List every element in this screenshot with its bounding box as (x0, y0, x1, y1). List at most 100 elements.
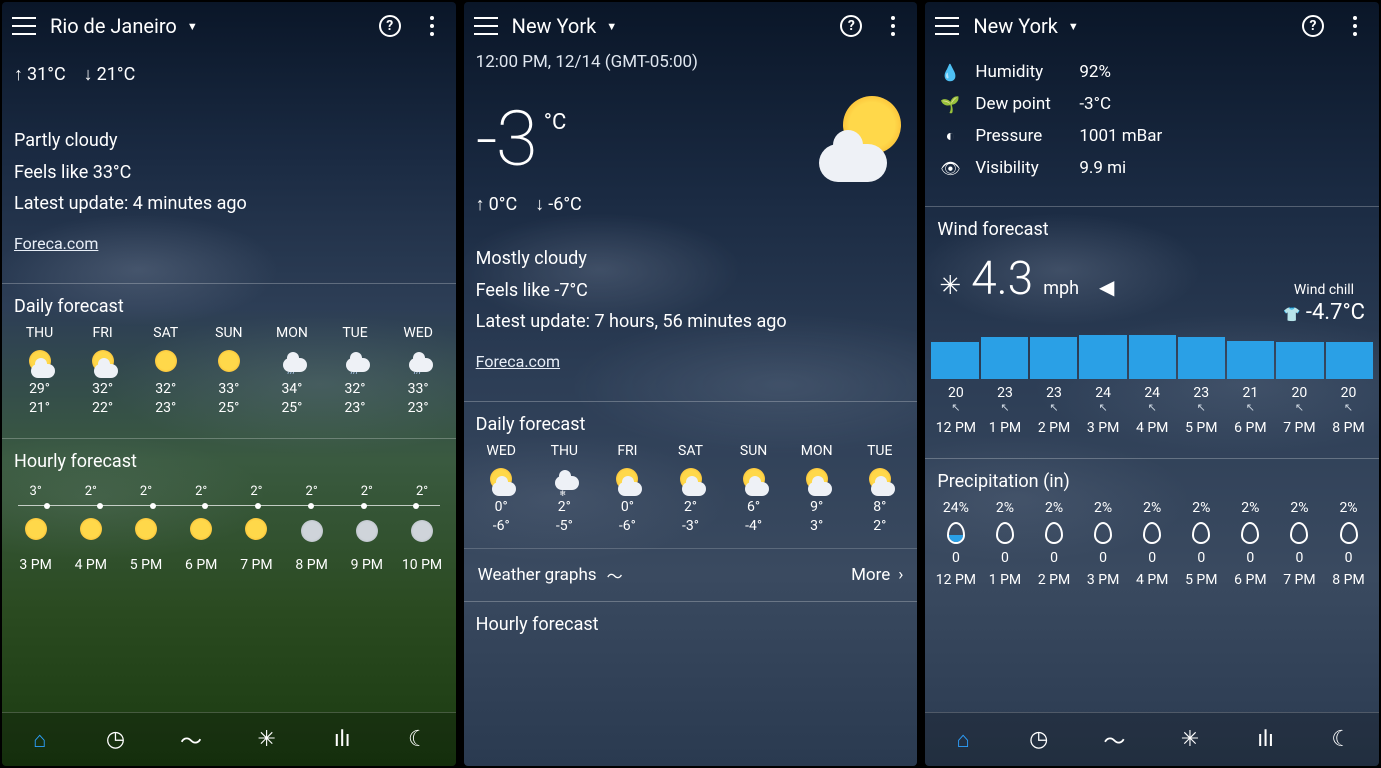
overflow-button[interactable] (879, 12, 907, 40)
precip-pct: 2% (1275, 500, 1324, 516)
precip-time: 2 PM (1030, 572, 1079, 588)
more-button[interactable]: More › (851, 565, 903, 585)
help-button[interactable]: ? (1299, 12, 1327, 40)
precip-time: 4 PM (1128, 572, 1177, 588)
hourly-temp: 2° (174, 484, 229, 499)
weather-icon (186, 516, 216, 546)
hour-label: 9 PM (351, 557, 383, 573)
weather-graphs-row[interactable]: Weather graphs 〜 More › (464, 548, 918, 601)
nav-graphs[interactable]: 〜 (1077, 724, 1153, 756)
day-col[interactable]: TUE՚՚՚32°23° (323, 325, 386, 416)
day-col[interactable]: WED0°-6° (470, 443, 533, 534)
day-col[interactable]: WED՚՚՚33°23° (387, 325, 450, 416)
menu-icon[interactable] (935, 17, 959, 35)
day-col[interactable]: THU29°21° (8, 325, 71, 416)
weather-icon (815, 94, 905, 184)
hourly-forecast[interactable]: 3°2°2°2°2°2°2°2° 3 PM4 PM5 PM6 PM7 PM8 P… (2, 480, 456, 577)
day-label: MON (276, 325, 308, 341)
hour-col[interactable]: 4 PM (63, 516, 118, 577)
precip-drop (1128, 522, 1177, 544)
hour-col[interactable]: 3 PM (8, 516, 63, 577)
day-col[interactable]: SAT32°23° (134, 325, 197, 416)
nav-hourly[interactable]: ◷ (78, 727, 154, 752)
wind-value: 20 (931, 385, 980, 401)
hour-label: 6 PM (185, 557, 217, 573)
city-selector[interactable]: New York ▼ (973, 14, 1078, 38)
hour-label: 4 PM (75, 557, 107, 573)
hour-col[interactable]: 10 PM (394, 516, 449, 577)
hour-col[interactable]: 8 PM (284, 516, 339, 577)
help-button[interactable]: ? (376, 12, 404, 40)
wind-dir-icon: ↖ (1177, 401, 1226, 414)
wind-dir-icon: ↖ (1324, 401, 1373, 414)
day-col[interactable]: THU❄2°-5° (533, 443, 596, 534)
wind-chill-value: -4.7°C (1306, 300, 1365, 325)
wind-bar (1276, 342, 1323, 379)
wind-value: 21 (1226, 385, 1275, 401)
nav-wind[interactable]: ✳ (229, 727, 305, 752)
wind-bar (1326, 342, 1373, 379)
precip-drop (1226, 522, 1275, 544)
nav-moon[interactable]: ☾ (1303, 727, 1379, 752)
day-col[interactable]: MON՚՚՚34°25° (260, 325, 323, 416)
weather-icon (21, 516, 51, 546)
source-link[interactable]: Foreca.com (476, 352, 560, 371)
nav-moon[interactable]: ☾ (380, 727, 456, 752)
hour-col[interactable]: 9 PM (339, 516, 394, 577)
weather-icon: ՚՚՚ (403, 348, 433, 378)
nav-hourly[interactable]: ◷ (1001, 727, 1077, 752)
precip-time: 3 PM (1079, 572, 1128, 588)
daily-forecast-row[interactable]: WED0°-6°THU❄2°-5°FRI0°-6°SAT2°-3°SUN6°-4… (464, 443, 918, 534)
clock-icon: ◷ (1029, 727, 1048, 752)
wind-time: 5 PM (1177, 420, 1226, 436)
day-col[interactable]: SAT2°-3° (659, 443, 722, 534)
daily-forecast-row[interactable]: THU29°21°FRI32°22°SAT32°23°SUN33°25°MON՚… (2, 325, 456, 416)
daily-forecast-title: Daily forecast (464, 402, 918, 443)
hour-col[interactable]: 6 PM (174, 516, 229, 577)
nav-bars[interactable]: ılı (1228, 727, 1304, 752)
day-col[interactable]: TUE8°2° (848, 443, 911, 534)
wind-value: 20 (1324, 385, 1373, 401)
content[interactable]: ↑31°C ↓21°C Partly cloudy Feels like 33°… (2, 50, 456, 766)
city-selector[interactable]: Rio de Janeiro ▼ (50, 14, 198, 38)
overflow-button[interactable] (418, 12, 446, 40)
day-col[interactable]: SUN6°-4° (722, 443, 785, 534)
wind-bar (981, 337, 1028, 379)
day-low: 23° (408, 400, 429, 416)
menu-icon[interactable] (12, 17, 36, 35)
help-button[interactable]: ? (837, 12, 865, 40)
drop-icon (1241, 522, 1259, 544)
weather-icon (131, 516, 161, 546)
overflow-button[interactable] (1341, 12, 1369, 40)
hourly-forecast-title: Hourly forecast (2, 439, 456, 480)
nav-graphs[interactable]: 〜 (153, 724, 229, 756)
help-icon: ? (840, 15, 862, 37)
nav-home[interactable]: ⌂ (925, 727, 1001, 753)
day-label: THU (26, 325, 53, 341)
detail-value: 9.9 mi (1079, 158, 1126, 178)
menu-icon[interactable] (474, 17, 498, 35)
pressure-icon: ◐ (939, 126, 961, 146)
day-col[interactable]: MON9°3° (785, 443, 848, 534)
source-link[interactable]: Foreca.com (14, 234, 98, 253)
city-selector[interactable]: New York ▼ (512, 14, 617, 38)
nav-bars[interactable]: ılı (304, 727, 380, 752)
content[interactable]: 💧Humidity92%🌱Dew point-3°C◐Pressure1001 … (925, 50, 1379, 766)
wind-unit: mph (1043, 278, 1079, 299)
timestamp: 12:00 PM, 12/14 (GMT-05:00) (464, 50, 918, 74)
day-col[interactable]: FRI32°22° (71, 325, 134, 416)
drop-icon (1094, 522, 1112, 544)
hour-col[interactable]: 5 PM (118, 516, 173, 577)
hourly-row: 3 PM 4 PM 5 PM 6 PM 7 PM8 PM 9 PM 10 PM (2, 516, 456, 577)
nav-wind[interactable]: ✳ (1152, 727, 1228, 752)
content[interactable]: 12:00 PM, 12/14 (GMT-05:00) -3 °C ↑0°C ↓… (464, 50, 918, 766)
day-col[interactable]: FRI0°-6° (596, 443, 659, 534)
hour-col[interactable]: 7 PM (229, 516, 284, 577)
turbine-icon: ✳ (939, 271, 961, 301)
nav-home[interactable]: ⌂ (2, 727, 78, 753)
top-bar: Rio de Janeiro ▼ ? (2, 2, 456, 50)
day-high: 2° (684, 499, 697, 515)
day-col[interactable]: SUN33°25° (197, 325, 260, 416)
day-low: 23° (345, 400, 366, 416)
day-label: SAT (678, 443, 703, 459)
